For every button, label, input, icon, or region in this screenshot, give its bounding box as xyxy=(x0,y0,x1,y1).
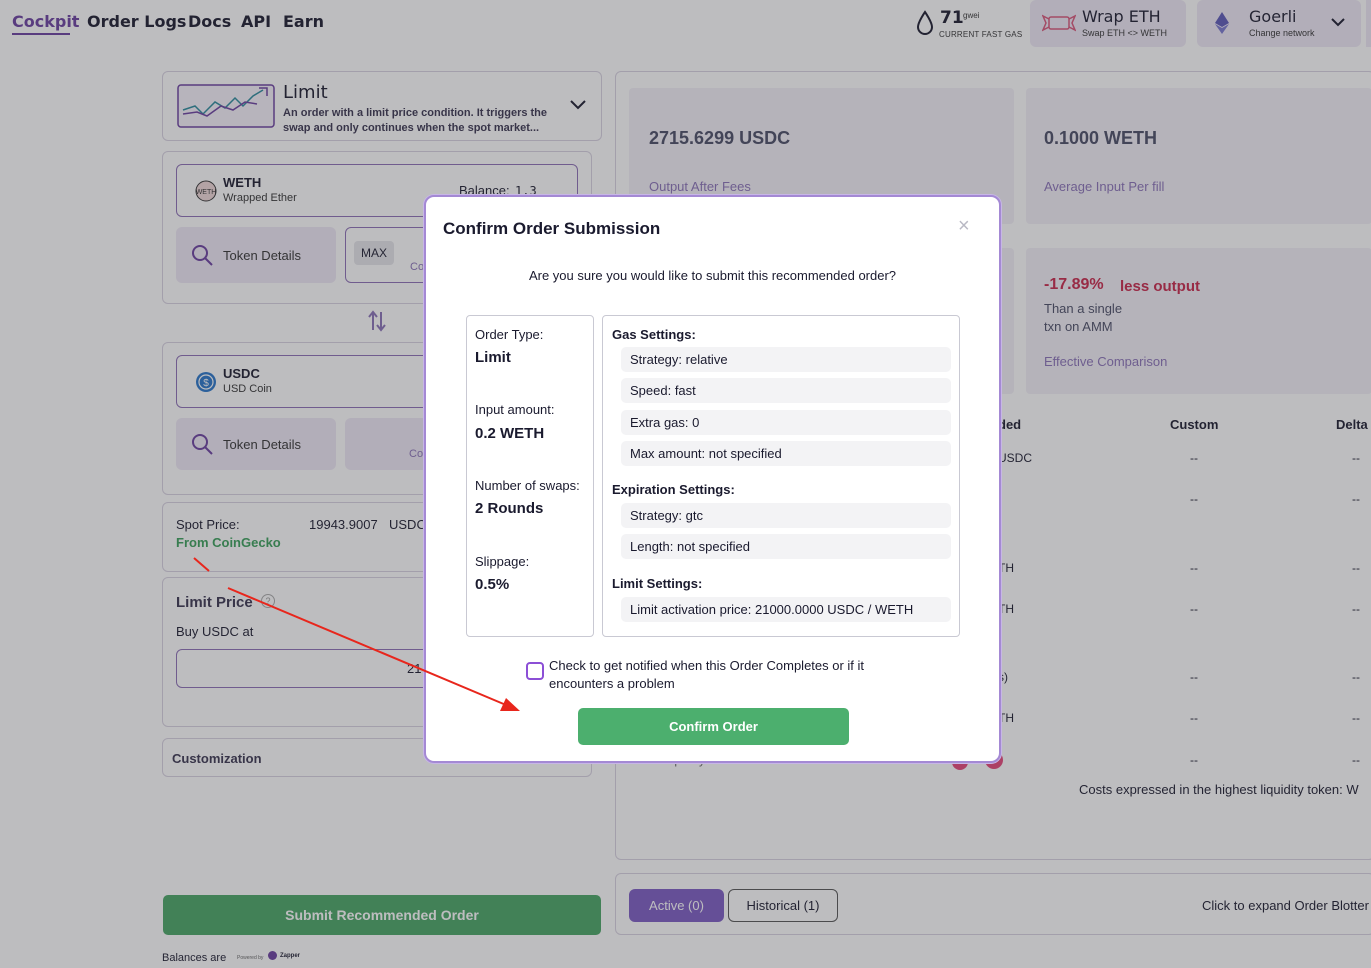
arrow-head-icon xyxy=(500,698,520,711)
annotation-arrows xyxy=(193,557,520,711)
